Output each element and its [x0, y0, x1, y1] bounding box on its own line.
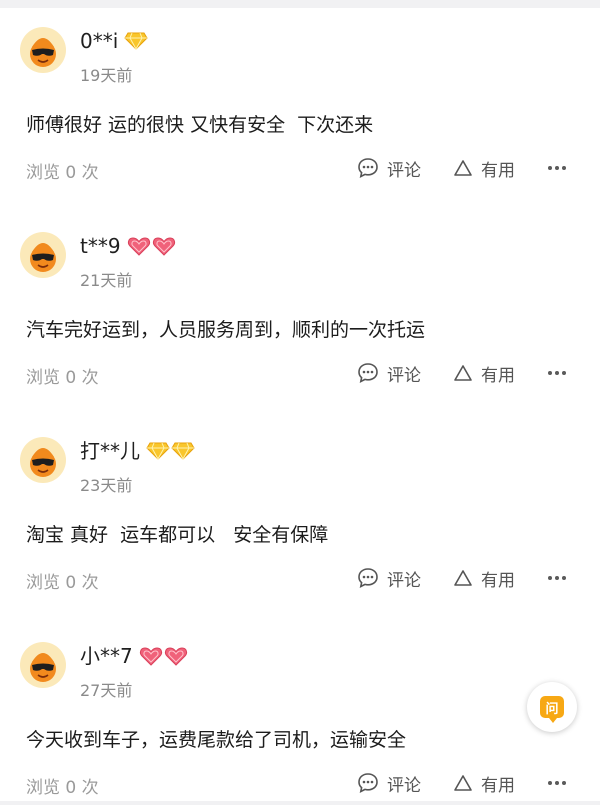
username[interactable]: 打**儿 [80, 438, 196, 464]
comment-button[interactable]: 评论 [357, 565, 421, 591]
avatar[interactable] [20, 437, 66, 483]
more-button[interactable] [546, 565, 568, 591]
comment-label: 评论 [387, 775, 421, 796]
comment-button[interactable]: 评论 [357, 360, 421, 386]
useful-label: 有用 [481, 570, 515, 591]
more-dot [562, 781, 566, 785]
review-date: 23天前 [80, 476, 133, 495]
username[interactable]: 0**i [80, 28, 149, 54]
view-count: 浏览 0 次 [26, 368, 99, 388]
comment-button[interactable]: 评论 [357, 770, 421, 796]
comment-button[interactable]: 评论 [357, 155, 421, 181]
bottom-divider [0, 801, 600, 805]
more-icon [548, 371, 552, 375]
triangle-up-icon [454, 365, 472, 381]
view-count: 浏览 0 次 [26, 163, 99, 183]
avatar[interactable] [20, 27, 66, 73]
username[interactable]: t**9 [80, 233, 177, 259]
review-date: 21天前 [80, 271, 133, 290]
more-dot [562, 166, 566, 170]
useful-button[interactable]: 有用 [453, 770, 515, 796]
username-text: t**9 [80, 234, 121, 258]
useful-label: 有用 [481, 160, 515, 181]
heart-icon [139, 647, 162, 666]
ask-question-button[interactable]: 问 [527, 682, 577, 732]
triangle-up-icon [454, 160, 472, 176]
question-icon: 问 [540, 696, 564, 723]
more-icon [548, 166, 552, 170]
comment-icon [358, 363, 378, 383]
avatar[interactable] [20, 232, 66, 278]
useful-button[interactable]: 有用 [453, 360, 515, 386]
triangle-up-icon [454, 775, 472, 791]
more-button[interactable] [546, 360, 568, 386]
level-badges [146, 442, 196, 460]
more-dot [562, 576, 566, 580]
username-text: 打**儿 [80, 439, 140, 463]
more-dot [562, 371, 566, 375]
heart-icon [164, 647, 187, 666]
username[interactable]: 小**7 [80, 643, 189, 669]
more-dot [555, 166, 559, 170]
review-item: 0**i 19天前 师傅很好 运的很快 又快有安全 下次还来 浏览 0 次 评论… [0, 0, 600, 195]
more-button[interactable] [546, 155, 568, 181]
review-content: 师傅很好 运的很快 又快有安全 下次还来 [26, 114, 374, 136]
review-date: 27天前 [80, 681, 133, 700]
review-item: 小**7 27天前 今天收到车子，运费尾款给了司机，运输安全 浏览 0 次 评论… [0, 615, 600, 810]
comment-label: 评论 [387, 570, 421, 591]
ask-label: 问 [545, 701, 559, 717]
avatar[interactable] [20, 642, 66, 688]
heart-icon [152, 237, 175, 256]
comment-icon [358, 158, 378, 178]
more-icon [548, 781, 552, 785]
more-dot [555, 371, 559, 375]
useful-button[interactable]: 有用 [453, 155, 515, 181]
level-badges [127, 236, 177, 256]
more-dot [555, 576, 559, 580]
diamond-icon [146, 442, 170, 460]
review-item: 打**儿 23天前 淘宝 真好 运车都可以 安全有保障 浏览 0 次 评论 有用 [0, 410, 600, 605]
diamond-icon [171, 442, 195, 460]
level-badges [139, 646, 189, 666]
view-count: 浏览 0 次 [26, 573, 99, 593]
view-count: 浏览 0 次 [26, 778, 99, 798]
more-button[interactable] [546, 770, 568, 796]
triangle-up-icon [454, 570, 472, 586]
review-content: 淘宝 真好 运车都可以 安全有保障 [26, 524, 329, 546]
useful-label: 有用 [481, 365, 515, 386]
heart-icon [127, 237, 150, 256]
username-text: 0**i [80, 29, 119, 53]
useful-button[interactable]: 有用 [453, 565, 515, 591]
more-icon [548, 576, 552, 580]
review-item: t**9 21天前 汽车完好运到，人员服务周到，顺利的一次托运 浏览 0 次 评… [0, 205, 600, 400]
level-badges [124, 32, 149, 50]
review-content: 今天收到车子，运费尾款给了司机，运输安全 [26, 729, 407, 751]
review-date: 19天前 [80, 66, 133, 85]
more-dot [555, 781, 559, 785]
useful-label: 有用 [481, 775, 515, 796]
comment-icon [358, 773, 378, 793]
comment-label: 评论 [387, 160, 421, 181]
comment-icon [358, 568, 378, 588]
username-text: 小**7 [80, 644, 133, 668]
diamond-icon [124, 32, 148, 50]
comment-label: 评论 [387, 365, 421, 386]
review-content: 汽车完好运到，人员服务周到，顺利的一次托运 [26, 319, 426, 341]
